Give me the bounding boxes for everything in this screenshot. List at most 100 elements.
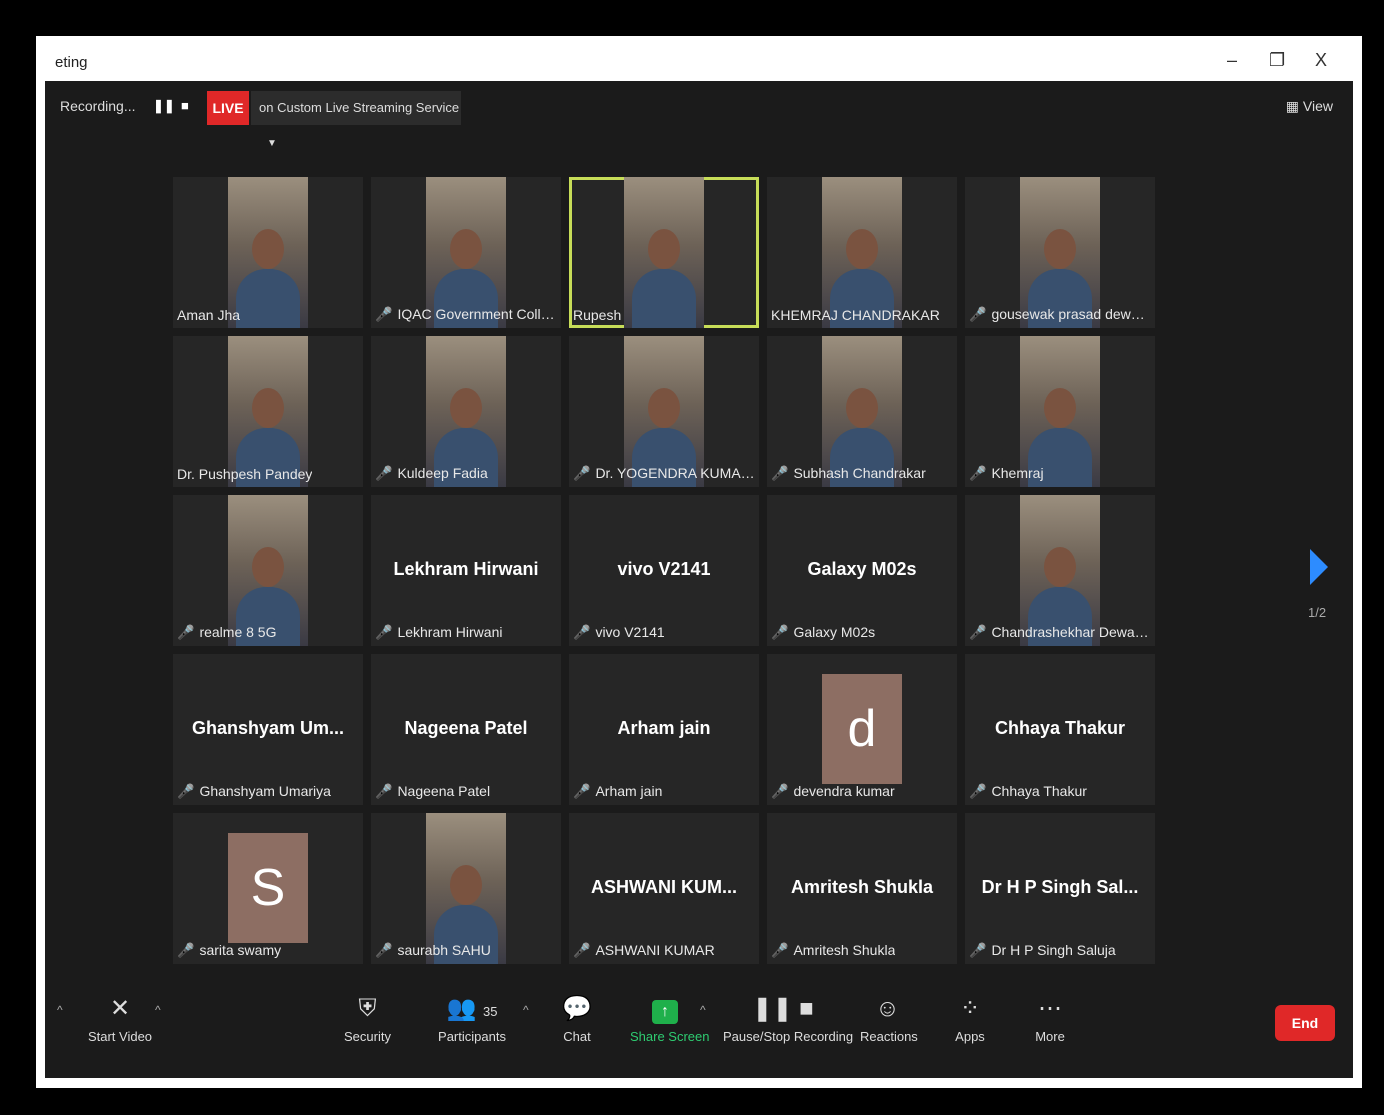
minimize-icon[interactable]: – (1227, 50, 1237, 71)
participant-tile[interactable]: d 🎤 devendra kumar (767, 654, 957, 805)
muted-mic-icon: 🎤 (573, 942, 591, 958)
close-icon[interactable]: X (1315, 50, 1327, 71)
chat-bubble-icon: 💬 (562, 995, 592, 1022)
participant-tile[interactable]: Rupesh (569, 177, 759, 328)
participant-tile[interactable]: 🎤Dr. YOGENDRA KUMAR D... (569, 336, 759, 487)
participant-tile[interactable]: Aman Jha (173, 177, 363, 328)
participant-display-name: Arham jain (617, 718, 711, 738)
end-meeting-button[interactable]: End (1275, 1005, 1335, 1041)
participant-tile[interactable]: 🎤 Chandrashekhar Dewangan (965, 495, 1155, 646)
participant-name: KHEMRAJ CHANDRAKAR (771, 307, 940, 323)
person-head (252, 388, 284, 428)
person-head (252, 229, 284, 269)
participant-count: 35 (483, 1004, 498, 1019)
participant-tile[interactable]: S 🎤 sarita swamy (173, 813, 363, 964)
person-head (648, 229, 680, 269)
muted-mic-icon: 🎤 (771, 942, 789, 958)
participant-tile[interactable]: Arham jain 🎤 Arham jain (569, 654, 759, 805)
participant-tile[interactable]: Chhaya Thakur 🎤 Chhaya Thakur (965, 654, 1155, 805)
participant-tile[interactable]: KHEMRAJ CHANDRAKAR (767, 177, 957, 328)
participant-name-label: 🎤 saurabh SAHU (375, 942, 491, 959)
meeting-controls-bar: ^ ✕ Start Video ^ ⛨ Security 👥 35 Partic… (45, 985, 1353, 1078)
next-page-arrow-icon[interactable] (1310, 549, 1328, 585)
video-options-caret-icon[interactable]: ^ (57, 1003, 63, 1017)
participant-display-name: Nageena Patel (404, 718, 528, 738)
participant-tile[interactable]: 🎤 realme 8 5G (173, 495, 363, 646)
participant-name: Amritesh Shukla (793, 942, 896, 958)
participant-name-label: 🎤 Subhash Chandrakar (771, 465, 926, 482)
stop-recording-icon[interactable]: ■ (181, 98, 189, 113)
participant-tile[interactable]: 🎤 Khemraj (965, 336, 1155, 487)
share-screen-button[interactable]: ↑ Share Screen (630, 993, 710, 1044)
muted-mic-icon: 🎤 (177, 624, 195, 640)
view-button[interactable]: ▦ View (1286, 98, 1333, 115)
more-button[interactable]: ⋯ More (1030, 993, 1070, 1044)
participant-name-label: 🎤 Khemraj (969, 465, 1044, 482)
participant-tile[interactable]: 🎤IQAC Government College ... (371, 177, 561, 328)
chat-button[interactable]: 💬 Chat (557, 993, 597, 1044)
participant-name: vivo V2141 (595, 624, 665, 640)
participants-caret-icon[interactable]: ^ (523, 1003, 529, 1017)
participant-tile[interactable]: Galaxy M02s 🎤 Galaxy M02s (767, 495, 957, 646)
person-head (450, 229, 482, 269)
security-button[interactable]: ⛨ Security (340, 993, 395, 1044)
participant-display-name: Dr H P Singh Sal... (981, 877, 1139, 897)
person-head (1044, 229, 1076, 269)
participant-name-label: 🎤 Galaxy M02s (771, 624, 875, 641)
muted-mic-icon: 🎤 (375, 624, 393, 640)
participant-name-label: 🎤Dr. YOGENDRA KUMAR D... (573, 465, 755, 482)
live-badge[interactable]: LIVE (207, 91, 249, 125)
participant-tile[interactable]: Dr H P Singh Sal... 🎤 Dr H P Singh Saluja (965, 813, 1155, 964)
participant-name: Dr. YOGENDRA KUMAR D... (595, 465, 755, 481)
pause-recording-icon[interactable]: ❚❚ (153, 98, 175, 114)
video-settings-caret-icon[interactable]: ^ (155, 1003, 161, 1017)
muted-mic-icon: 🎤 (771, 783, 789, 799)
person-head (450, 865, 482, 905)
person-head (450, 388, 482, 428)
participant-video (228, 336, 308, 487)
participants-button[interactable]: 👥 35 Participants (437, 993, 507, 1044)
participant-tile[interactable]: vivo V2141 🎤 vivo V2141 (569, 495, 759, 646)
muted-mic-icon: 🎤 (177, 783, 195, 799)
participant-tile[interactable]: ASHWANI KUM... 🎤 ASHWANI KUMAR (569, 813, 759, 964)
start-video-button[interactable]: ✕ Start Video (85, 993, 155, 1044)
apps-button[interactable]: ⁘ Apps (950, 993, 990, 1044)
participant-tile[interactable]: 🎤 Kuldeep Fadia (371, 336, 561, 487)
pause-stop-recording-button[interactable]: ❚❚ ■ Pause/Stop Recording (723, 993, 853, 1044)
participant-tile[interactable]: Nageena Patel 🎤 Nageena Patel (371, 654, 561, 805)
live-service-dropdown[interactable]: on Custom Live Streaming Service ▼ (251, 91, 461, 149)
participant-tile[interactable]: Ghanshyam Um... 🎤 Ghanshyam Umariya (173, 654, 363, 805)
participant-tile[interactable]: Amritesh Shukla 🎤 Amritesh Shukla (767, 813, 957, 964)
reactions-label: Reactions (860, 1029, 918, 1044)
restore-icon[interactable]: ❐ (1269, 50, 1285, 71)
start-video-label: Start Video (87, 1029, 153, 1044)
participant-tile[interactable]: 🎤 Subhash Chandrakar (767, 336, 957, 487)
participant-name-label: 🎤 realme 8 5G (177, 624, 276, 641)
participant-name: IQAC Government College ... (397, 306, 557, 322)
participant-tile[interactable]: 🎤 saurabh SAHU (371, 813, 561, 964)
person-head (252, 547, 284, 587)
participant-name-label: Rupesh (573, 307, 621, 323)
participant-name: Chhaya Thakur (991, 783, 1087, 799)
muted-mic-icon: 🎤 (969, 465, 987, 481)
participant-name: Khemraj (991, 465, 1044, 481)
participant-tile[interactable]: 🎤gousewak prasad dewangan (965, 177, 1155, 328)
avatar: S (228, 833, 308, 943)
participant-tile[interactable]: Dr. Pushpesh Pandey (173, 336, 363, 487)
participant-name-label: 🎤 Dr H P Singh Saluja (969, 942, 1116, 959)
share-caret-icon[interactable]: ^ (700, 1003, 706, 1017)
participant-display-name: Amritesh Shukla (790, 877, 934, 897)
participant-name-label: 🎤 Ghanshyam Umariya (177, 783, 331, 800)
participant-tile[interactable]: Lekhram Hirwani 🎤 Lekhram Hirwani (371, 495, 561, 646)
person-body (632, 269, 696, 328)
muted-mic-icon: 🎤 (573, 624, 591, 640)
muted-mic-icon: 🎤 (771, 465, 789, 481)
page-indicator: 1/2 (1308, 605, 1327, 620)
reactions-button[interactable]: ☺ Reactions (860, 993, 918, 1044)
participant-name: Arham jain (595, 783, 663, 799)
muted-mic-icon: 🎤 (375, 783, 393, 799)
participant-name: Rupesh (573, 307, 622, 323)
participant-display-name: vivo V2141 (617, 559, 711, 579)
participant-name-label: 🎤 sarita swamy (177, 942, 281, 959)
people-icon: 👥 (446, 995, 477, 1022)
